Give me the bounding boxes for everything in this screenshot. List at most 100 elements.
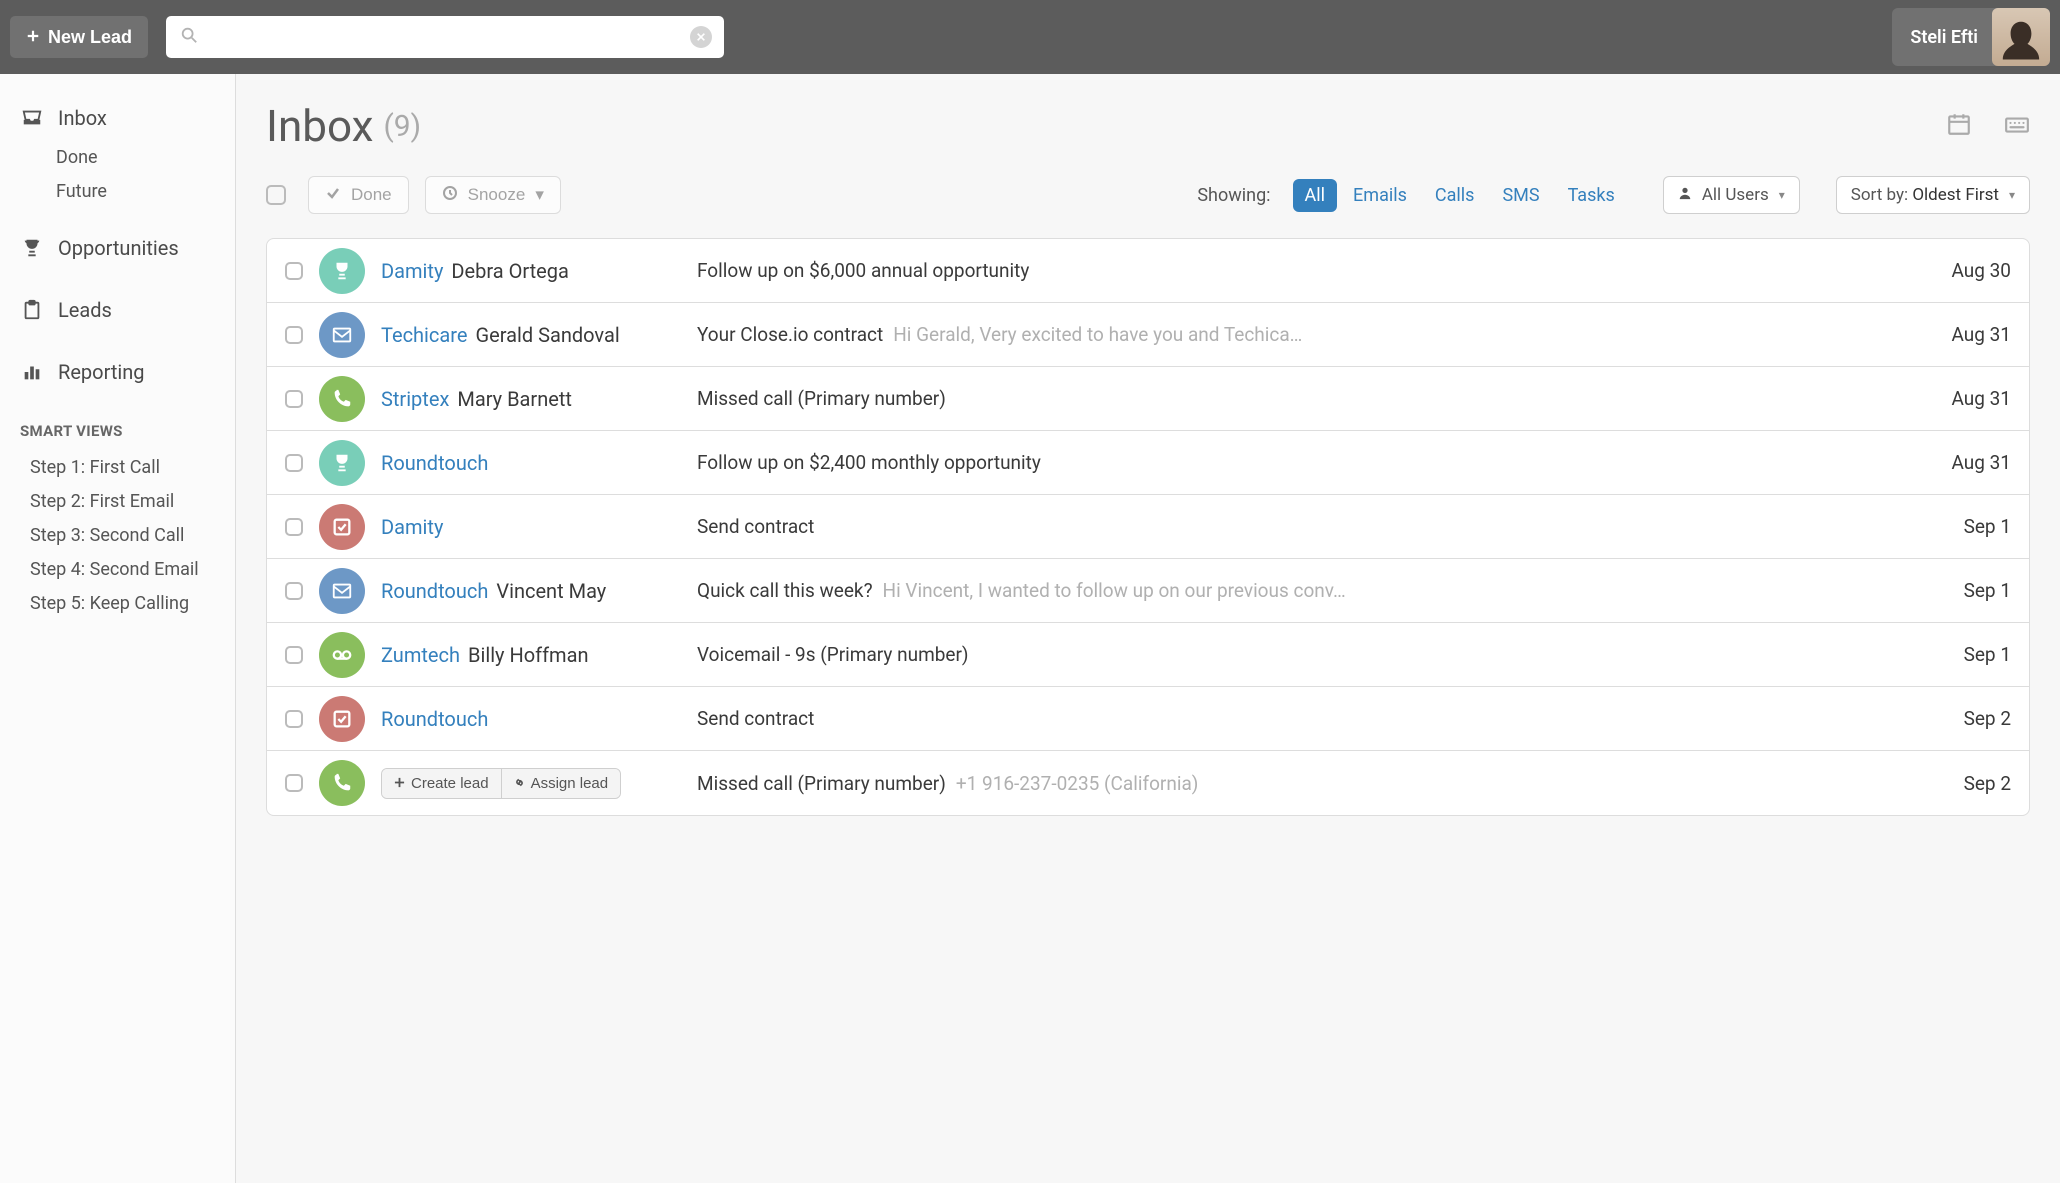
inbox-row[interactable]: ZumtechBilly HoffmanVoicemail - 9s (Prim… (267, 623, 2029, 687)
lead-link[interactable]: Striptex (381, 387, 449, 411)
done-button[interactable]: Done (308, 176, 409, 214)
user-menu-button[interactable]: Steli Efti (1892, 8, 2050, 66)
sidebar-item-label: Step 1: First Call (30, 457, 160, 478)
users-filter-label: All Users (1702, 185, 1769, 205)
sidebar-item-done[interactable]: Done (0, 140, 235, 174)
sort-button[interactable]: Sort by: Oldest First ▾ (1836, 176, 2030, 214)
link-icon (514, 775, 525, 792)
sidebar-item-label: Opportunities (58, 236, 179, 260)
sidebar-item-label: Step 3: Second Call (30, 525, 184, 546)
row-date: Aug 30 (1931, 259, 2011, 282)
filter-all[interactable]: All (1293, 179, 1338, 212)
lead-link[interactable]: Zumtech (381, 643, 460, 667)
inbox-row[interactable]: Roundtouch Send contract Sep 2 (267, 687, 2029, 751)
sidebar-item-opportunities[interactable]: Opportunities (0, 226, 235, 270)
subject-block: Send contract (697, 707, 1915, 730)
sidebar-smart-view[interactable]: Step 2: First Email (0, 484, 235, 518)
sidebar-item-reporting[interactable]: Reporting (0, 350, 235, 394)
row-subject: Send contract (697, 707, 814, 730)
sidebar-smart-view[interactable]: Step 1: First Call (0, 450, 235, 484)
contact-name: Billy Hoffman (468, 643, 589, 667)
page-header: Inbox (9) (266, 100, 2030, 152)
subject-block: Quick call this week? Hi Vincent, I wante… (697, 579, 1915, 602)
row-checkbox[interactable] (285, 582, 303, 600)
search-wrap (166, 16, 724, 58)
row-preview: +1 916-237-0235 (California) (956, 772, 1199, 795)
sidebar-smart-view[interactable]: Step 5: Keep Calling (0, 586, 235, 620)
filter-sms[interactable]: SMS (1490, 179, 1551, 212)
call-icon (319, 760, 365, 806)
sidebar-item-inbox[interactable]: Inbox (0, 96, 235, 140)
lead-link[interactable]: Damity (381, 515, 443, 539)
contact-name: Debra Ortega (451, 259, 568, 283)
row-checkbox[interactable] (285, 262, 303, 280)
calendar-icon[interactable] (1946, 111, 1972, 141)
toolbar: Done Snooze ▾ Showing: All Emails Calls … (266, 176, 2030, 214)
lead-block: TechicareGerald Sandoval (381, 323, 681, 347)
topbar: New Lead Steli Efti (0, 0, 2060, 74)
filter-calls[interactable]: Calls (1423, 179, 1487, 212)
subject-block: Missed call (Primary number) (697, 387, 1915, 410)
row-preview: Hi Gerald, Very excited to have you and … (893, 323, 1302, 346)
lead-link[interactable]: Roundtouch (381, 451, 488, 475)
lead-link[interactable]: Roundtouch (381, 707, 488, 731)
row-checkbox[interactable] (285, 774, 303, 792)
sidebar-item-label: Inbox (58, 106, 107, 130)
lead-link[interactable]: Roundtouch (381, 579, 488, 603)
done-label: Done (351, 185, 392, 205)
row-checkbox[interactable] (285, 390, 303, 408)
keyboard-icon[interactable] (2004, 111, 2030, 141)
row-checkbox[interactable] (285, 326, 303, 344)
subject-block: Send contract (697, 515, 1915, 538)
filter-emails[interactable]: Emails (1341, 179, 1419, 212)
new-lead-button[interactable]: New Lead (10, 16, 148, 58)
row-checkbox[interactable] (285, 646, 303, 664)
main: Inbox (9) Done Snooze ▾ Showing: All Ema… (236, 74, 2060, 1183)
email-icon (319, 568, 365, 614)
sidebar-smart-view[interactable]: Step 4: Second Email (0, 552, 235, 586)
chevron-down-icon: ▾ (535, 185, 544, 205)
clock-icon (442, 185, 458, 206)
snooze-button[interactable]: Snooze ▾ (425, 176, 561, 214)
check-icon (325, 185, 341, 206)
person-icon (1678, 185, 1692, 205)
bar-chart-icon (20, 361, 44, 383)
lead-link[interactable]: Techicare (381, 323, 467, 347)
sidebar-smart-view[interactable]: Step 3: Second Call (0, 518, 235, 552)
filter-tasks[interactable]: Tasks (1556, 179, 1627, 212)
inbox-row[interactable]: Roundtouch Follow up on $2,400 monthly op… (267, 431, 2029, 495)
inbox-row[interactable]: RoundtouchVincent MayQuick call this wee… (267, 559, 2029, 623)
inbox-row[interactable]: DamityDebra OrtegaFollow up on $6,000 an… (267, 239, 2029, 303)
users-filter-button[interactable]: All Users ▾ (1663, 176, 1800, 214)
inbox-row[interactable]: TechicareGerald Sandoval Your Close.io co… (267, 303, 2029, 367)
row-date: Sep 1 (1931, 515, 2011, 538)
sidebar-item-leads[interactable]: Leads (0, 288, 235, 332)
plus-icon (394, 775, 405, 792)
inbox-row[interactable]: StriptexMary BarnettMissed call (Primary… (267, 367, 2029, 431)
clipboard-icon (20, 299, 44, 321)
sidebar-item-future[interactable]: Future (0, 174, 235, 208)
page-title: Inbox (266, 100, 373, 152)
row-checkbox[interactable] (285, 454, 303, 472)
subject-block: Follow up on $2,400 monthly opportunity (697, 451, 1915, 474)
inbox-row[interactable]: Damity Send contract Sep 1 (267, 495, 2029, 559)
subject-block: Your Close.io contract Hi Gerald, Very ex… (697, 323, 1915, 346)
assign-lead-button[interactable]: Assign lead (501, 769, 621, 798)
row-preview: Hi Vincent, I wanted to follow up on our… (883, 579, 1346, 602)
sort-prefix: Sort by: (1851, 185, 1913, 205)
select-all-checkbox[interactable] (266, 185, 286, 205)
clear-search-icon[interactable] (690, 26, 712, 48)
row-checkbox[interactable] (285, 518, 303, 536)
create-lead-button[interactable]: Create lead (382, 769, 501, 798)
lead-link[interactable]: Damity (381, 259, 443, 283)
row-date: Sep 2 (1931, 772, 2011, 795)
row-date: Sep 2 (1931, 707, 2011, 730)
inbox-row[interactable]: Create leadAssign leadMissed call (Prima… (267, 751, 2029, 815)
lead-block: Damity Debra Ortega (381, 259, 681, 283)
row-subject: Your Close.io contract (697, 323, 883, 346)
row-subject: Quick call this week? (697, 579, 873, 602)
email-icon (319, 312, 365, 358)
user-name: Steli Efti (1910, 27, 1978, 48)
search-input[interactable] (166, 16, 724, 58)
row-checkbox[interactable] (285, 710, 303, 728)
